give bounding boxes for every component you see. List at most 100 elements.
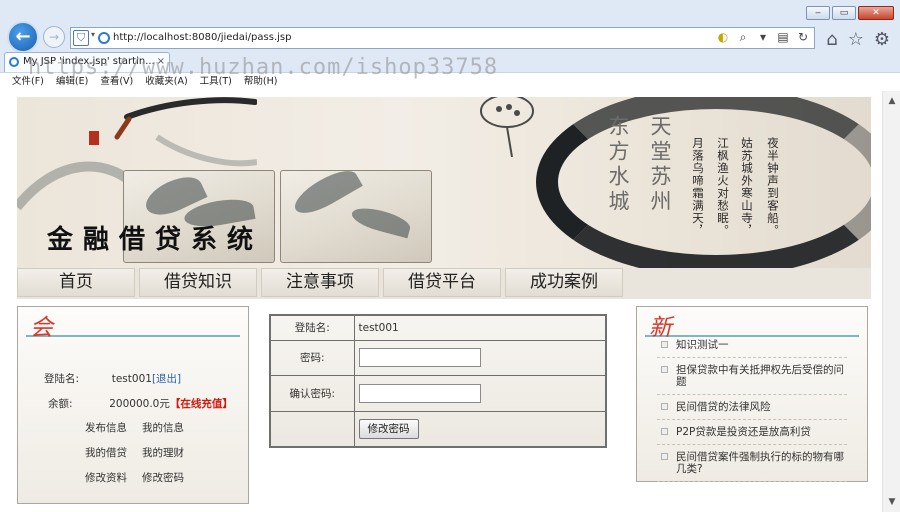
my-loans-link[interactable]: 我的借贷 [85, 445, 127, 460]
main-nav: 首页 借贷知识 注意事项 借贷平台 成功案例 [17, 268, 871, 299]
change-password-link[interactable]: 修改密码 [142, 470, 184, 485]
back-arrow-icon: ← [15, 26, 31, 47]
menu-view[interactable]: 查看(V) [100, 73, 133, 90]
address-actions: ◐ ⌕ ▾ ▤ ↻ [716, 30, 810, 45]
poem-small-line-2: 姑苏城外寒山寺， [740, 137, 754, 237]
form-confirm-label: 确认密码: [269, 374, 355, 412]
member-login-label: 登陆名: [44, 373, 80, 385]
member-panel-title: 会 [30, 315, 53, 341]
address-text[interactable]: http://localhost:8080/jiedai/pass.jsp [113, 32, 291, 43]
news-item[interactable]: 担保贷款中有关抵押权先后受偿的问题 [657, 364, 847, 395]
compatibility-icon[interactable]: ◐ [716, 30, 730, 45]
scroll-up-icon[interactable]: ▲ [886, 95, 898, 107]
tab-close-icon[interactable]: × [157, 53, 165, 71]
form-row-confirm: 确认密码: [269, 374, 607, 412]
lotus-decoration [480, 97, 534, 157]
recharge-link[interactable]: 【在线充值】 [170, 398, 233, 410]
bullet-icon [661, 366, 668, 373]
settings-gear-icon[interactable]: ⚙ [874, 29, 890, 50]
change-password-form: 登陆名: test001 密码: 确认密码: 修改密码 [269, 314, 607, 448]
my-info-link[interactable]: 我的信息 [142, 420, 184, 435]
nav-loan-knowledge[interactable]: 借贷知识 [139, 268, 257, 297]
back-button[interactable]: ← [7, 21, 39, 53]
toolbar-icons: ⌂ ☆ ⚙ [826, 29, 890, 50]
close-window-button[interactable]: ✕ [858, 6, 894, 20]
ie-page-icon [98, 32, 110, 44]
form-login-value: test001 [353, 314, 607, 341]
address-bar[interactable]: ⛉ ▾ http://localhost:8080/jiedai/pass.js… [70, 27, 815, 49]
home-icon[interactable]: ⌂ [826, 29, 837, 50]
confirm-password-input[interactable] [358, 383, 481, 403]
form-login-label: 登陆名: [269, 314, 355, 341]
member-login-row: 登陆名: test001[退出] [44, 371, 181, 386]
menu-tools[interactable]: 工具(T) [200, 73, 232, 90]
member-login-value: test001 [111, 373, 152, 385]
browser-chrome: ‒ ▭ ✕ ← → ⛉ ▾ http://localhost:8080/jied… [0, 0, 900, 90]
nav-home[interactable]: 首页 [17, 268, 135, 297]
my-finance-link[interactable]: 我的理财 [142, 445, 184, 460]
news-item[interactable]: P2P贷款是投资还是放高利贷 [657, 426, 847, 445]
form-empty-cell [269, 410, 355, 448]
member-balance-value: 200000.0元 [109, 398, 170, 410]
news-item-title[interactable]: P2P贷款是投资还是放高利贷 [676, 426, 811, 438]
bullet-icon [661, 403, 668, 410]
site-banner: 金融借贷系统 天堂苏州 东方水城 夜半钟声到客船。 姑苏城外寒山寺， 江枫渔火对… [17, 97, 871, 268]
menu-help[interactable]: 帮助(H) [244, 73, 278, 90]
red-seal [89, 131, 99, 145]
form-row-submit: 修改密码 [269, 410, 607, 448]
news-list: 知识测试一 担保贷款中有关抵押权先后受偿的问题 民间借贷的法律风险 P2P贷款是… [657, 339, 847, 488]
poem-line-water-city: 东方水城 [606, 115, 630, 215]
minimize-button[interactable]: ‒ [806, 6, 830, 20]
news-item-title[interactable]: 知识测试一 [676, 339, 729, 351]
page-icon[interactable]: ▤ [776, 30, 790, 45]
news-panel-title: 新 [649, 315, 672, 341]
search-icon[interactable]: ⌕ [736, 30, 750, 45]
form-row-login: 登陆名: test001 [269, 314, 607, 341]
bullet-icon [661, 453, 668, 460]
edit-profile-link[interactable]: 修改资料 [85, 470, 127, 485]
nav-loan-platform[interactable]: 借贷平台 [383, 268, 501, 297]
news-item-title[interactable]: 担保贷款中有关抵押权先后受偿的问题 [676, 364, 844, 388]
browser-tab[interactable]: My JSP 'index.jsp' startin... × [4, 52, 170, 72]
news-panel-header: 新 [645, 309, 859, 341]
news-panel: 新 知识测试一 担保贷款中有关抵押权先后受偿的问题 民间借贷的法律风险 P2P贷… [636, 306, 868, 482]
news-item[interactable]: 民间借贷的法律风险 [657, 401, 847, 420]
menu-favorites[interactable]: 收藏夹(A) [145, 73, 187, 90]
member-panel-header: 会 [26, 309, 240, 341]
shield-icon[interactable]: ⛉ [73, 30, 89, 46]
favorites-star-icon[interactable]: ☆ [848, 29, 864, 50]
refresh-icon[interactable]: ↻ [796, 30, 810, 45]
nav-notes[interactable]: 注意事项 [261, 268, 379, 297]
news-item-title[interactable]: 民间借贷的法律风险 [676, 401, 771, 413]
password-input[interactable] [358, 348, 481, 367]
news-item[interactable]: 民间借贷案件强制执行的标的物有哪几类? [657, 451, 847, 482]
menu-edit[interactable]: 编辑(E) [56, 73, 88, 90]
menu-file[interactable]: 文件(F) [12, 73, 44, 90]
maximize-button[interactable]: ▭ [832, 6, 856, 20]
search-dropdown-icon[interactable]: ▾ [756, 30, 770, 45]
page-viewport: 金融借贷系统 天堂苏州 东方水城 夜半钟声到客船。 姑苏城外寒山寺， 江枫渔火对… [0, 91, 882, 512]
ie-tab-icon [9, 57, 19, 67]
tab-title: My JSP 'index.jsp' startin... [23, 56, 155, 67]
forward-arrow-icon: → [48, 30, 60, 44]
painting-thumbnail-2 [280, 170, 432, 263]
form-row-password: 密码: [269, 339, 607, 376]
poem-small-line-3: 江枫渔火对愁眠。 [716, 137, 730, 237]
member-panel: 会 登陆名: test001[退出] 余额: 200000.0元【在线充值】 发… [17, 306, 249, 504]
vertical-scrollbar[interactable]: ▲ ▼ [882, 91, 900, 512]
member-balance-label: 余额: [48, 398, 73, 410]
forward-button[interactable]: → [43, 26, 65, 48]
news-item-title[interactable]: 民间借贷案件强制执行的标的物有哪几类? [676, 451, 844, 475]
dropdown-arrow-icon[interactable]: ▾ [91, 30, 95, 39]
scroll-down-icon[interactable]: ▼ [886, 496, 898, 508]
submit-change-password-button[interactable]: 修改密码 [358, 418, 419, 439]
nav-success-cases[interactable]: 成功案例 [505, 268, 623, 297]
news-item[interactable]: 知识测试一 [657, 339, 847, 358]
member-balance-row: 余额: 200000.0元【在线充值】 [48, 396, 233, 411]
site-logo-title: 金融借贷系统 [47, 225, 264, 255]
window-controls: ‒ ▭ ✕ [806, 6, 894, 20]
bullet-icon [661, 428, 668, 435]
logout-link[interactable]: [退出] [152, 373, 181, 385]
menu-bar: 文件(F) 编辑(E) 查看(V) 收藏夹(A) 工具(T) 帮助(H) [0, 72, 900, 90]
publish-info-link[interactable]: 发布信息 [85, 420, 127, 435]
